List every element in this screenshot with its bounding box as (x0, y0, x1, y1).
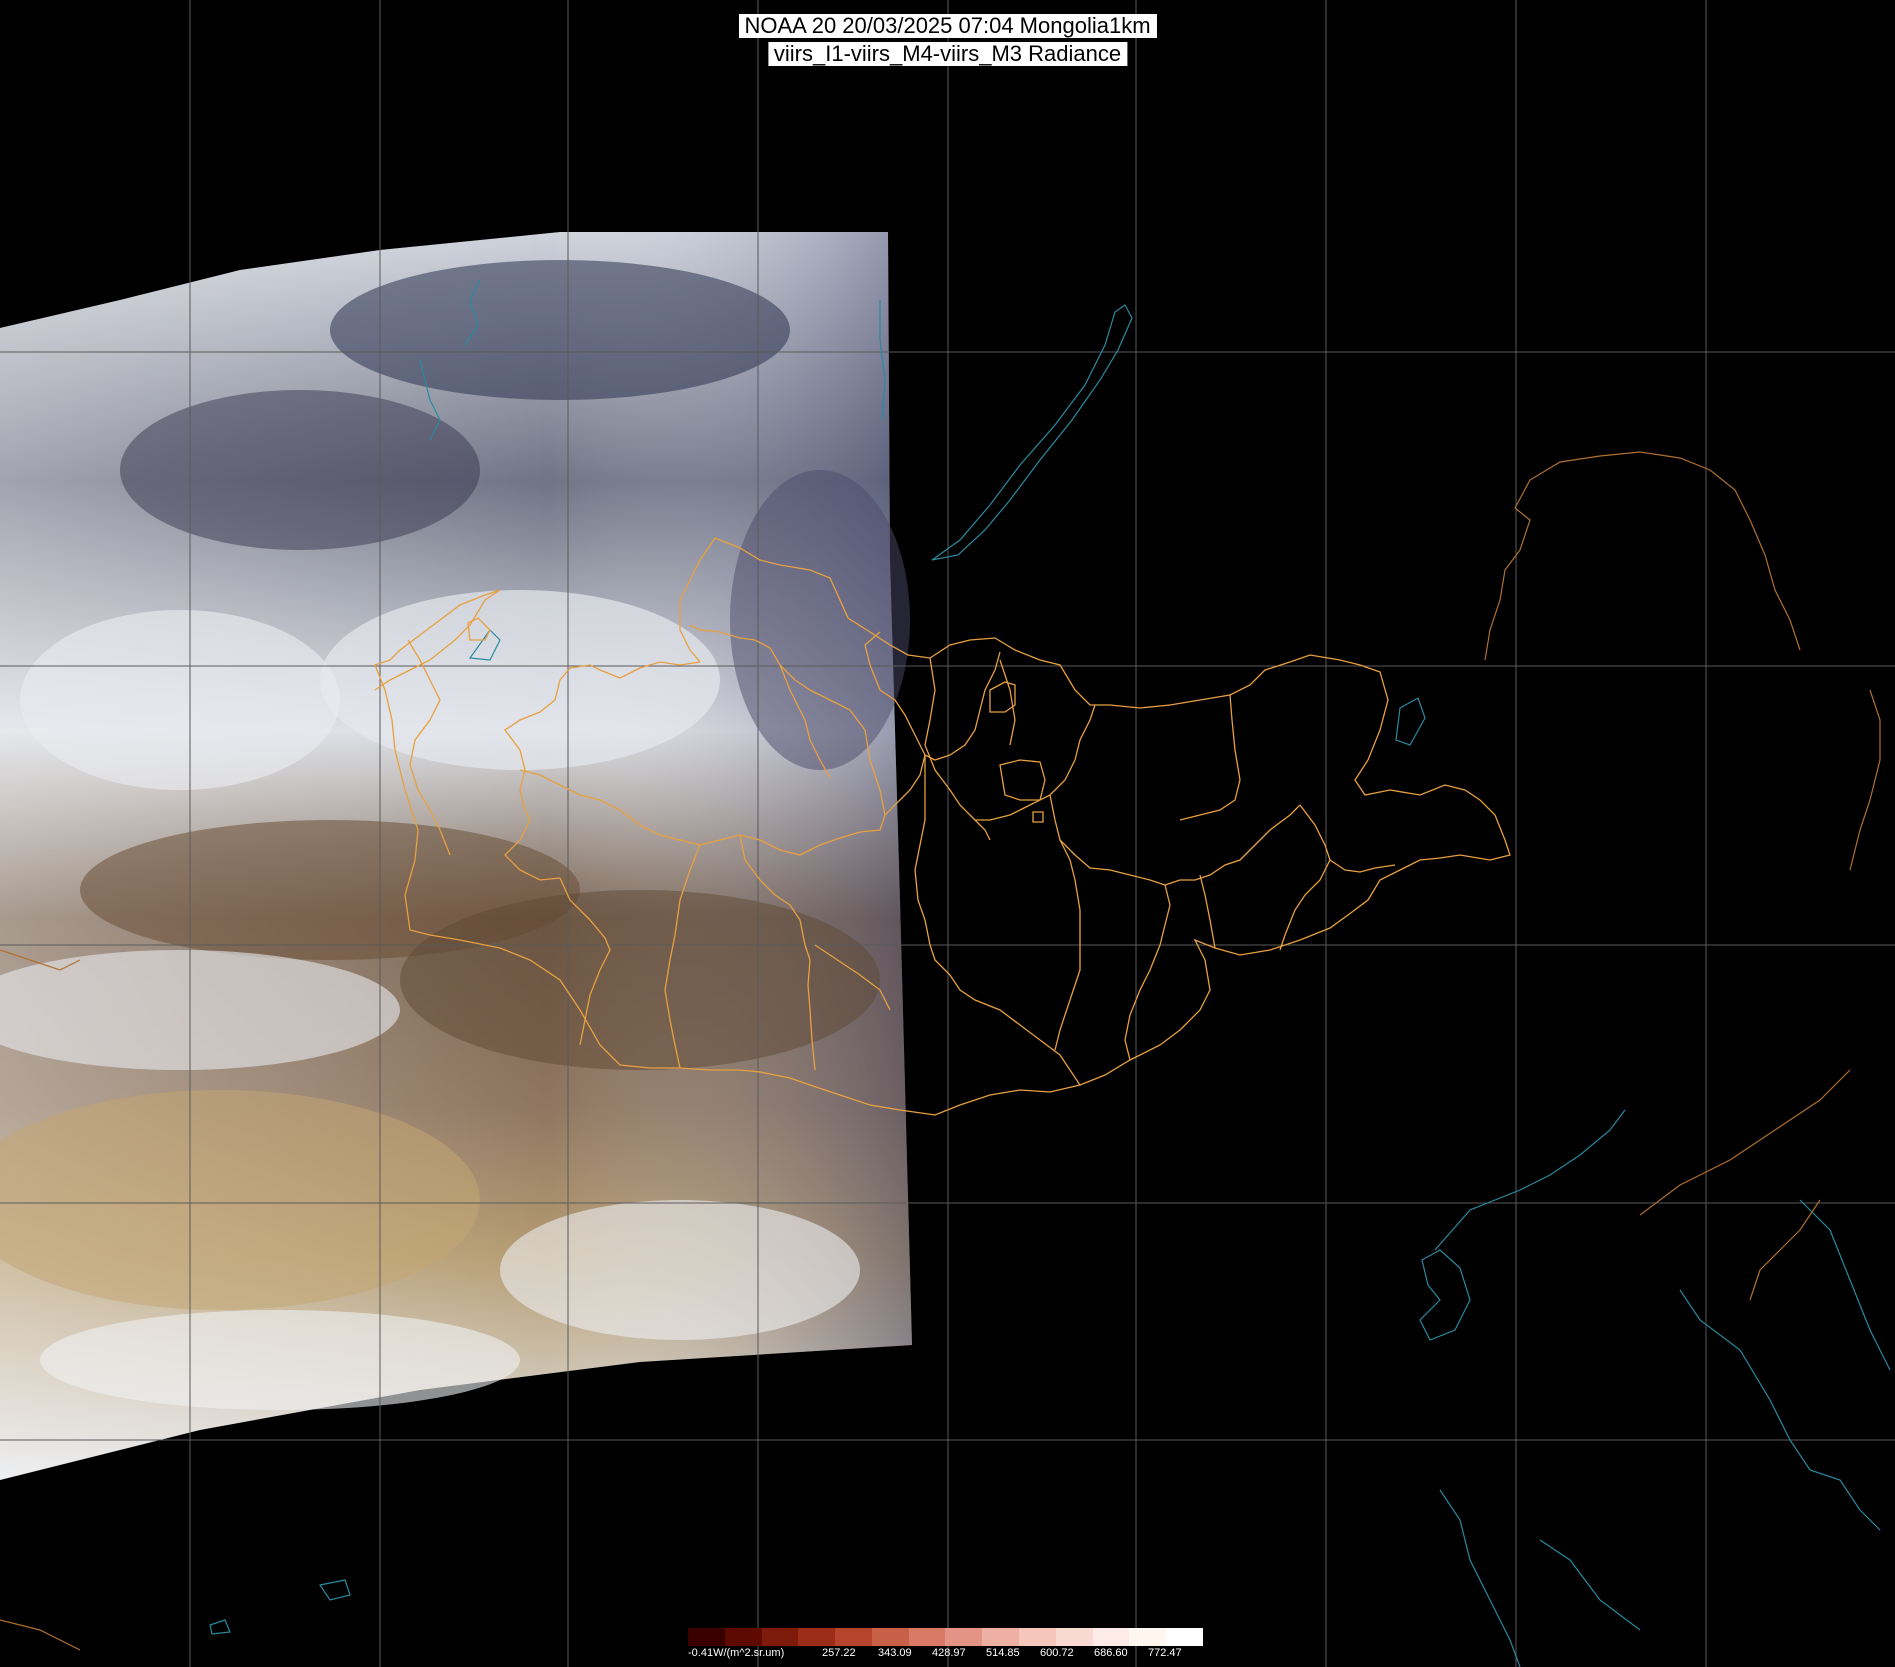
colorbar-swatch (798, 1628, 836, 1646)
colorbar-swatch (1092, 1628, 1130, 1646)
colorbar-swatch (982, 1628, 1020, 1646)
satellite-map: NOAA 20 20/03/2025 07:04 Mongolia1km vii… (0, 0, 1895, 1667)
colorbar-swatch (1129, 1628, 1167, 1646)
colorbar-tick: 343.09 (878, 1647, 912, 1659)
colorbar-swatch (908, 1628, 946, 1646)
colorbar-unit-label: -0.41W/(m^2.sr.um) (688, 1647, 785, 1659)
title-line-2: viirs_I1-viirs_M4-viirs_M3 Radiance (767, 42, 1128, 66)
colorbar-swatch (1166, 1628, 1203, 1646)
colorbar-swatch (1019, 1628, 1056, 1646)
colorbar-labels: -0.41W/(m^2.sr.um) 257.22 343.09 428.97 … (688, 1647, 1203, 1663)
colorbar-swatch (835, 1628, 872, 1646)
satellite-swath (0, 232, 912, 1480)
colorbar-swatch (688, 1628, 725, 1646)
colorbar-legend: -0.41W/(m^2.sr.um) 257.22 343.09 428.97 … (688, 1628, 1203, 1664)
colorbar-swatch (724, 1628, 762, 1646)
colorbar-swatch (761, 1628, 799, 1646)
colorbar-strip (688, 1628, 1203, 1646)
colorbar-swatch (945, 1628, 983, 1646)
title-line-1: NOAA 20 20/03/2025 07:04 Mongolia1km (738, 14, 1157, 38)
colorbar-tick: 257.22 (822, 1647, 856, 1659)
colorbar-swatch (1055, 1628, 1093, 1646)
colorbar-tick: 772.47 (1148, 1647, 1182, 1659)
colorbar-tick: 600.72 (1040, 1647, 1074, 1659)
colorbar-tick: 686.60 (1094, 1647, 1128, 1659)
colorbar-swatch (871, 1628, 909, 1646)
map-canvas (0, 0, 1895, 1667)
colorbar-tick: 428.97 (932, 1647, 966, 1659)
colorbar-tick: 514.85 (986, 1647, 1020, 1659)
